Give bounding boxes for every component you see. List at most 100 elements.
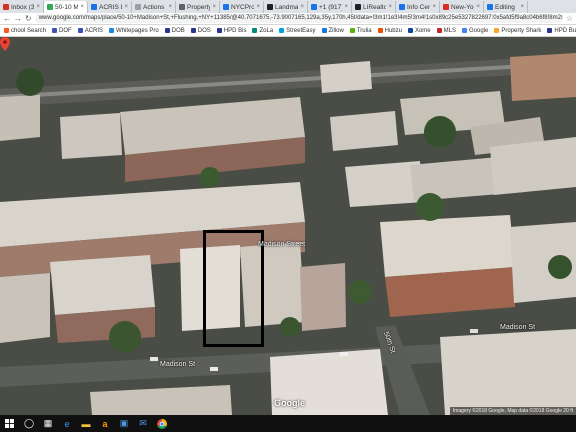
reload-icon[interactable]: ↻ — [25, 14, 32, 23]
browser-tab[interactable]: Editing × — [484, 1, 528, 13]
tab-close-icon[interactable]: × — [256, 4, 260, 10]
bookmark-item[interactable]: DOS — [190, 28, 211, 34]
address-bar: ← → ↻ www.google.com/maps/place/50-10+Ma… — [0, 13, 576, 25]
tab-favicon-icon — [267, 4, 273, 10]
bookmark-favicon-icon — [164, 28, 170, 33]
browser-tab[interactable]: Info Centr× — [396, 1, 440, 13]
bookmark-favicon-icon — [494, 28, 500, 33]
google-logo: Google — [274, 398, 305, 408]
browser-tab[interactable]: LIRealtor× — [352, 1, 396, 13]
amazon-icon[interactable]: a — [97, 415, 113, 432]
bookmark-favicon-icon — [109, 28, 115, 33]
tab-close-icon[interactable]: × — [476, 4, 480, 10]
forward-arrow-icon[interactable]: → — [14, 14, 22, 23]
browser-tab[interactable]: +1 (917) × — [308, 1, 352, 13]
bookmark-item[interactable]: Whitepages Pro — [109, 28, 159, 34]
tab-close-icon[interactable]: × — [388, 4, 392, 10]
browser-tab[interactable]: Property × — [176, 1, 220, 13]
tab-label: +1 (917) — [319, 3, 343, 11]
bookmark-favicon-icon — [407, 28, 413, 33]
cortana-icon[interactable]: ◯ — [21, 415, 37, 432]
bookmark-item[interactable]: DOF — [52, 28, 72, 34]
tab-label: Actions — [143, 3, 165, 11]
tab-label: New-York — [451, 3, 474, 11]
bookmark-item[interactable]: Google — [462, 28, 488, 34]
tab-favicon-icon — [3, 4, 9, 10]
tab-close-icon[interactable]: × — [80, 4, 84, 10]
bookmark-item[interactable]: StreetEasy — [279, 28, 316, 34]
browser-tab[interactable]: New-York× — [440, 1, 484, 13]
bookmark-item[interactable]: DOB — [164, 28, 185, 34]
bookmark-label: Property Shark — [501, 27, 542, 34]
bookmark-favicon-icon — [52, 28, 58, 33]
bookmark-item[interactable]: MLS — [436, 28, 456, 34]
browser-tab[interactable]: Landmar × — [264, 1, 308, 13]
mail-icon[interactable]: ✉ — [135, 415, 151, 432]
tab-favicon-icon — [223, 4, 229, 10]
bookmark-favicon-icon — [279, 28, 285, 33]
bookmark-item[interactable]: HPD Building Info — [547, 28, 576, 34]
tab-close-icon[interactable]: × — [520, 4, 524, 10]
location-pin-icon[interactable] — [0, 37, 10, 51]
bookmark-favicon-icon — [547, 28, 553, 33]
bookmark-item[interactable]: HPD Bis — [216, 27, 247, 34]
bookmark-label: ZoLa — [259, 27, 274, 34]
file-explorer-icon[interactable]: ▬ — [78, 415, 94, 432]
tab-label: Info Centr — [407, 3, 430, 11]
bookmark-label: Xome — [414, 27, 431, 34]
store-icon[interactable]: ▣ — [116, 415, 132, 432]
tab-close-icon[interactable]: × — [168, 4, 172, 10]
map-view[interactable]: Madison Street Madison St Madison St 50t… — [0, 37, 576, 415]
bookmark-star-icon[interactable]: ☆ — [566, 14, 573, 23]
bookmark-favicon-icon — [252, 28, 258, 33]
tab-close-icon[interactable]: × — [344, 4, 348, 10]
property-highlight-box — [203, 230, 264, 347]
bookmark-item[interactable]: Trulia — [349, 27, 372, 34]
windows-start-icon[interactable] — [0, 415, 18, 432]
bookmark-favicon-icon — [349, 28, 355, 33]
browser-tab[interactable]: 50-10 M...× — [44, 1, 88, 13]
bookmark-favicon-icon — [190, 28, 196, 33]
bookmark-favicon-icon — [4, 28, 9, 33]
tab-favicon-icon — [487, 4, 493, 10]
tab-close-icon[interactable]: × — [432, 4, 436, 10]
taskbar: ◯ ▦ e ▬ a ▣ ✉ — [0, 415, 576, 432]
browser-tab[interactable]: NYCProp× — [220, 1, 264, 13]
bookmark-item[interactable]: Xome — [407, 27, 431, 34]
bookmark-label: Trulia — [356, 27, 372, 34]
bookmark-item[interactable]: ZoLa — [252, 28, 273, 34]
bookmark-item[interactable]: Hubzu — [377, 27, 402, 34]
tab-favicon-icon — [47, 4, 53, 10]
tab-label: 50-10 M... — [55, 3, 79, 11]
bookmark-item[interactable]: chool Search — [4, 28, 46, 34]
tab-close-icon[interactable]: × — [300, 4, 304, 10]
bookmark-label: Hubzu — [384, 27, 402, 34]
tab-close-icon[interactable]: × — [124, 4, 128, 10]
bookmark-item[interactable]: Zillow — [321, 28, 344, 34]
bookmark-item[interactable]: ACRIS — [77, 27, 104, 34]
browser-tab[interactable]: Actions × — [132, 1, 176, 13]
bookmark-label: HPD Building Info — [554, 27, 576, 34]
bookmark-item[interactable]: Property Shark — [494, 28, 541, 34]
street-label: Madison Street — [258, 241, 306, 248]
map-attribution[interactable]: Imagery ©2018 Google, Map data ©2018 Goo… — [449, 407, 576, 415]
bookmark-label: HPD Bis — [223, 27, 247, 34]
tab-close-icon[interactable]: × — [36, 4, 40, 10]
bookmarks-bar: chool Search DOF ACRIS Whitepages Pro DOB DOS… — [0, 25, 576, 37]
bookmark-favicon-icon — [77, 28, 83, 33]
bookmark-favicon-icon — [321, 28, 327, 33]
tab-favicon-icon — [311, 4, 317, 10]
bookmark-favicon-icon — [462, 28, 467, 33]
url-input[interactable]: www.google.com/maps/place/50-10+Madison+… — [34, 14, 563, 23]
tab-favicon-icon — [443, 4, 449, 10]
edge-icon[interactable]: e — [59, 415, 75, 432]
browser-tab[interactable]: Inbox (3) × — [0, 1, 44, 13]
tab-label: Inbox (3) — [11, 3, 35, 11]
tab-close-icon[interactable]: × — [212, 4, 216, 10]
bookmark-label: ACRIS — [84, 27, 104, 34]
back-arrow-icon[interactable]: ← — [3, 14, 11, 23]
task-view-icon[interactable]: ▦ — [40, 415, 56, 432]
browser-tab[interactable]: ACRIS Do× — [88, 1, 132, 13]
chrome-icon[interactable] — [154, 415, 170, 432]
bookmark-label: DOF — [59, 27, 72, 34]
